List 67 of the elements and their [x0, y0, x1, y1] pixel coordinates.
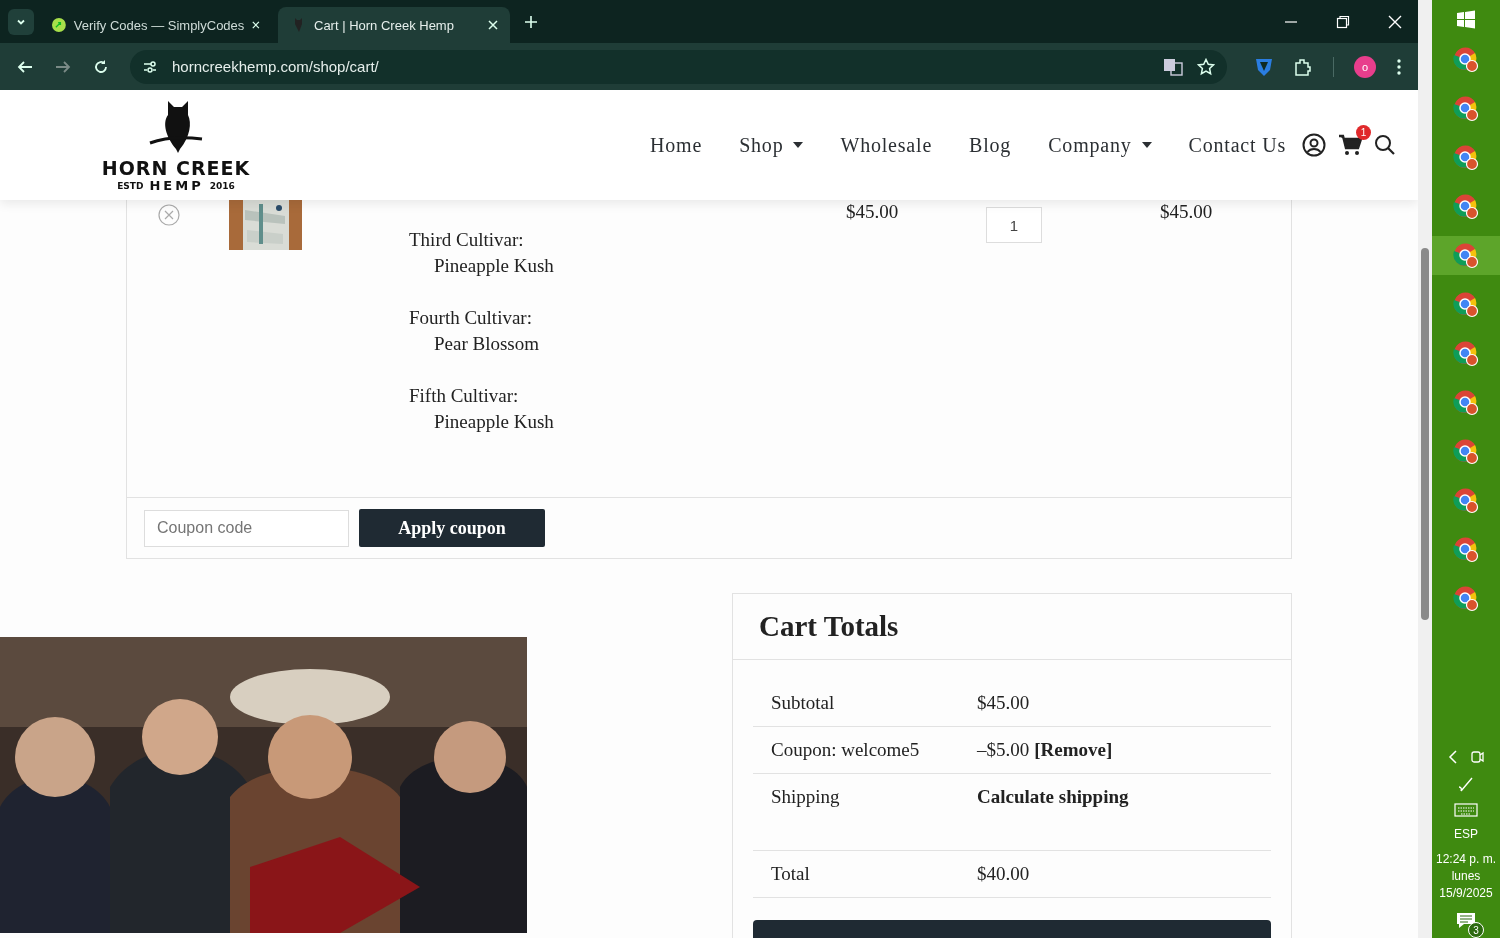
totals-value: $45.00 [977, 692, 1030, 714]
option-value: Pineapple Kush [433, 410, 555, 434]
language-indicator[interactable]: ESP [1454, 827, 1478, 841]
cart-totals-heading: Cart Totals [759, 610, 899, 642]
chevron-left-icon[interactable] [1448, 750, 1458, 764]
nav-link[interactable]: Wholesale [840, 133, 933, 157]
option-value: Pineapple Kush [433, 254, 555, 278]
close-icon[interactable] [252, 20, 260, 30]
logo-year: 2016 [209, 180, 235, 191]
option-label: Fourth Cultivar: [409, 306, 533, 330]
cart-icon[interactable] [1338, 134, 1362, 156]
nav-link[interactable]: Contact Us [1188, 133, 1286, 157]
logo-estd: ESTD [117, 180, 144, 191]
nav-link[interactable]: Company [1048, 133, 1152, 157]
quantity-field[interactable]: 1 [986, 207, 1042, 243]
coupon-field[interactable]: Coupon code [144, 509, 349, 547]
totals-label: Shipping [771, 786, 841, 808]
browser-app-icon[interactable] [1432, 236, 1500, 275]
item-subtotal: $45.00 [1160, 201, 1213, 222]
option-label: Fifth Cultivar: [409, 384, 520, 408]
apply-coupon-button[interactable]: Apply coupon [359, 509, 545, 547]
logo-wordmark: HEMP [149, 178, 204, 194]
tab-list-button[interactable] [8, 8, 34, 35]
search-icon[interactable] [1374, 134, 1396, 156]
nav-link[interactable]: Home [650, 133, 703, 157]
caret-icon [793, 142, 804, 148]
totals-value: $40.00 [977, 863, 1030, 885]
windows-start-icon[interactable] [1456, 10, 1476, 30]
menu-icon[interactable] [1396, 57, 1402, 76]
option-label: Third Cultivar: [409, 228, 525, 252]
logo-wordmark: HORN CREEK [101, 158, 251, 179]
notification-count-badge: 3 [1468, 922, 1484, 938]
totals-label: Total [771, 863, 811, 885]
browser-tab[interactable]: Cart | Horn Creek Hemp [278, 7, 510, 43]
profile-avatar[interactable]: o [1354, 55, 1376, 78]
close-icon[interactable] [488, 20, 498, 30]
restore-icon[interactable] [1336, 14, 1350, 29]
clock-time[interactable]: 12:24 p. m. [1435, 851, 1496, 868]
discount-value: –$5.00 [977, 739, 1030, 760]
address-bar[interactable]: horncreekhemp.com/shop/cart/ [130, 49, 1227, 84]
tab-title: Verify Codes — SimplyCodes [73, 17, 245, 33]
translate-icon[interactable] [1163, 57, 1183, 76]
totals-label: Subtotal [771, 692, 836, 714]
account-icon[interactable] [1302, 133, 1326, 157]
camera-icon[interactable] [1470, 749, 1484, 765]
cart-count-badge: 1 [1356, 125, 1371, 140]
tab-title: Cart | Horn Creek Hemp [314, 17, 455, 33]
caret-icon [1141, 142, 1152, 148]
remove-coupon-link[interactable]: [Remove] [1034, 739, 1113, 760]
keyboard-icon[interactable] [1454, 803, 1478, 817]
star-icon[interactable] [1197, 57, 1215, 76]
calculate-shipping-link[interactable]: Calculate shipping [977, 786, 1129, 808]
option-value: Pear Blossom [433, 332, 541, 356]
scrollbar-thumb[interactable] [1421, 248, 1429, 620]
item-price: $45.00 [846, 201, 899, 222]
new-tab-icon[interactable] [524, 14, 538, 29]
shield-icon[interactable] [1255, 56, 1273, 77]
nav-link[interactable]: Shop [739, 133, 804, 157]
clock-day[interactable]: lunes [1451, 868, 1481, 885]
browser-tab[interactable]: Verify Codes — SimplyCodes [40, 7, 272, 43]
tag-icon [52, 16, 66, 34]
site-settings-icon[interactable] [142, 58, 158, 75]
remove-item-icon[interactable] [158, 204, 180, 226]
clock-date[interactable]: 15/9/2025 [1439, 885, 1493, 902]
totals-label: Coupon: welcome5 [771, 739, 921, 761]
puzzle-icon[interactable] [1293, 56, 1313, 77]
nav-link[interactable]: Blog [969, 133, 1012, 157]
